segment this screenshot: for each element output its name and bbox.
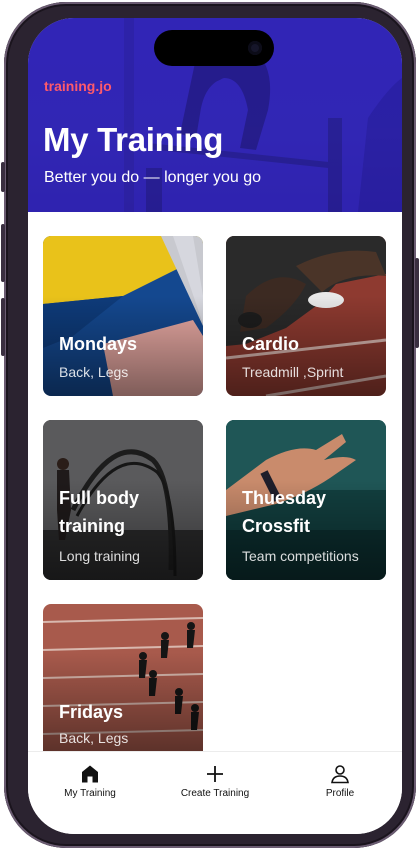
card-subtitle: Long training bbox=[59, 548, 140, 564]
page-title: My Training bbox=[43, 121, 224, 158]
card-subtitle: Back, Legs bbox=[59, 364, 129, 380]
training-card-cardio[interactable]: Cardio Treadmill ,Sprint bbox=[226, 236, 386, 396]
phone-frame: training.jo My Training Better you do — … bbox=[1, 2, 419, 848]
tab-create-training[interactable]: Create Training bbox=[153, 752, 277, 822]
dynamic-island bbox=[154, 30, 274, 66]
tab-my-training[interactable]: My Training bbox=[28, 752, 152, 822]
volume-up-button bbox=[1, 224, 5, 282]
card-title: Thuesday Crossfit bbox=[242, 488, 327, 536]
card-title: Mondays bbox=[59, 334, 138, 354]
training-card-fridays[interactable]: Fridays Back, Legs bbox=[43, 604, 203, 752]
volume-down-button bbox=[1, 298, 5, 356]
training-card-mondays[interactable]: Mondays Back, Legs bbox=[43, 236, 203, 396]
training-grid: Mondays Back, Legs Cardio Treadmill ,Spr… bbox=[28, 212, 402, 752]
brand-logo[interactable]: training.jo bbox=[44, 78, 112, 94]
tab-label: Create Training bbox=[180, 788, 250, 799]
plus-icon bbox=[207, 766, 223, 782]
person-icon bbox=[331, 765, 349, 784]
tab-label: Profile bbox=[325, 788, 355, 799]
tab-label: My Training bbox=[64, 788, 116, 799]
tab-profile[interactable]: Profile bbox=[278, 752, 402, 822]
card-subtitle: Back, Legs bbox=[59, 730, 129, 746]
tab-bar: My Training Create Training Profile bbox=[28, 751, 402, 834]
card-title: Full body training bbox=[59, 488, 139, 536]
card-subtitle: Treadmill ,Sprint bbox=[242, 364, 344, 380]
power-button bbox=[415, 258, 419, 348]
page-subtitle: Better you do — longer you go bbox=[44, 169, 262, 186]
camera-icon bbox=[248, 41, 262, 55]
screen: training.jo My Training Better you do — … bbox=[28, 18, 402, 834]
card-subtitle: Team competitions bbox=[242, 548, 359, 564]
home-icon bbox=[82, 765, 98, 783]
card-title: Cardio bbox=[242, 334, 300, 354]
training-card-crossfit[interactable]: Thuesday Crossfit Team competitions bbox=[226, 420, 386, 580]
mute-switch bbox=[1, 162, 5, 192]
training-card-full-body[interactable]: Full body training Long training bbox=[43, 420, 203, 580]
card-title: Fridays bbox=[59, 702, 124, 722]
hero-header: training.jo My Training Better you do — … bbox=[28, 18, 402, 212]
